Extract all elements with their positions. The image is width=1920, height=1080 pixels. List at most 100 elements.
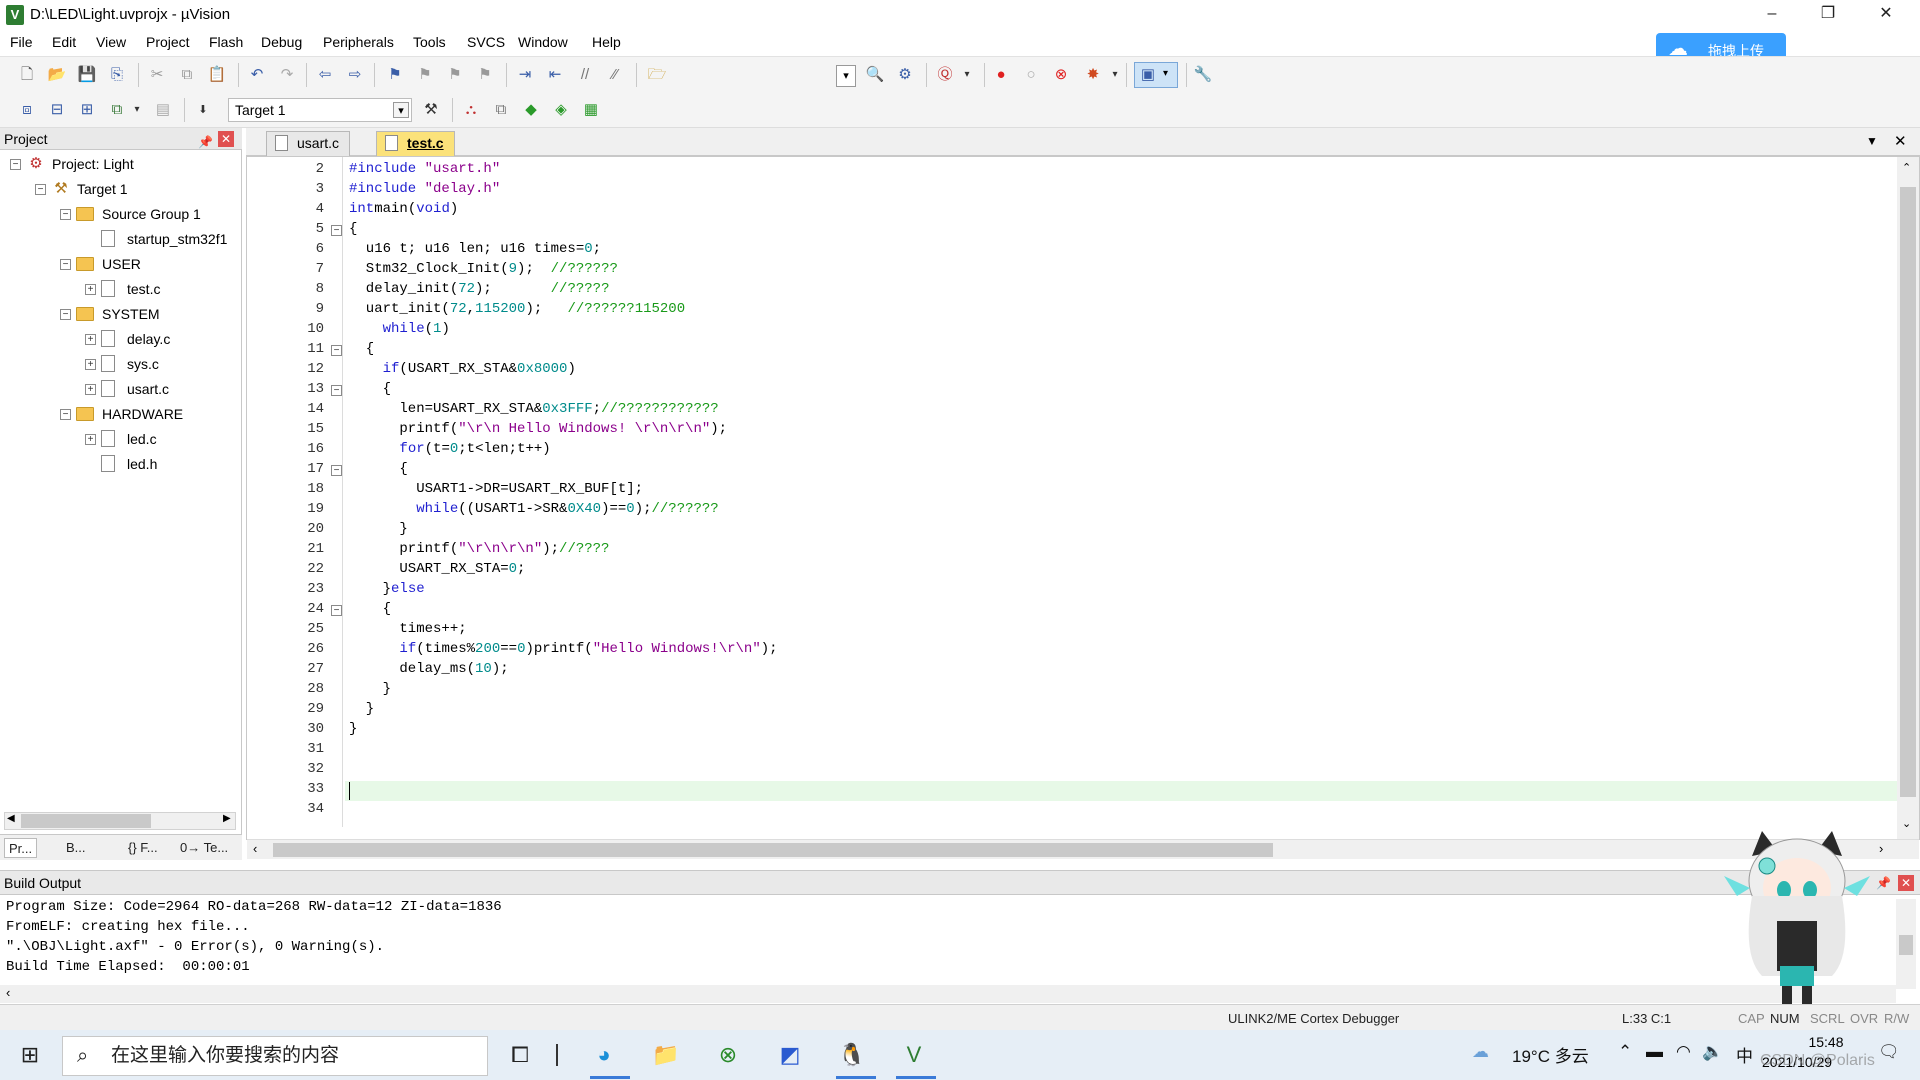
redo-icon[interactable]: ↷ [276,64,298,86]
target-select[interactable]: Target 1 ▾ [228,98,412,122]
collapse-icon[interactable]: − [60,309,71,320]
code-line[interactable]: uart_init(72,115200); //??????115200 [349,301,685,317]
code-line[interactable]: if(USART_RX_STA&0x8000) [349,361,576,377]
code-line[interactable]: Stm32_Clock_Init(9); //?????? [349,261,618,277]
file-explorer-icon[interactable]: 📁 [648,1038,684,1072]
menu-project[interactable]: Project [146,34,190,50]
configure-wrench-icon[interactable]: 🔧 [1192,64,1214,86]
tree-item[interactable]: − SYSTEM [0,302,240,326]
tree-item[interactable]: startup_stm32f1 [0,227,240,251]
tab-list-chevron-down-icon[interactable]: ▼ [1866,134,1878,148]
start-debug-icon[interactable]: Ⓠ [934,64,956,86]
tab-usart-c[interactable]: usart.c [266,131,351,156]
chevron-down-icon[interactable]: ▾ [126,99,148,121]
find-combo-dropdown-icon[interactable]: ▾ [836,65,856,87]
open-file-icon[interactable]: 📂 [46,64,68,86]
target-options-icon[interactable]: ⚒ [420,99,442,121]
expand-icon[interactable]: + [85,284,96,295]
file-extensions-icon[interactable]: ⧉ [490,99,512,121]
editor-vertical-scrollbar[interactable]: ⌃ ⌄ [1897,157,1919,839]
incremental-find-icon[interactable]: ⚙ [894,64,916,86]
indent-icon[interactable]: ⇥ [514,64,536,86]
tab-functions[interactable]: {} F... [124,838,162,858]
save-icon[interactable]: 💾 [76,64,98,86]
new-file-icon[interactable]: 🗋 [16,64,38,86]
code-line[interactable]: delay_ms(10); [349,661,508,677]
collapse-icon[interactable]: − [60,409,71,420]
windows-start-icon[interactable]: ⊞ [12,1038,48,1072]
code-line[interactable]: { [349,461,407,477]
build-icon[interactable]: ⊟ [46,99,68,121]
tree-item[interactable]: + usart.c [0,377,240,401]
minimize-button[interactable]: – [1744,0,1800,30]
tree-item[interactable]: − HARDWARE [0,402,240,426]
batch-build-icon[interactable]: ⧉ [106,99,128,121]
code-line[interactable]: { [349,381,391,397]
uncomment-icon[interactable]: ⁄⁄ [604,64,626,86]
chevron-down-icon[interactable]: ▾ [1104,64,1126,86]
wifi-icon[interactable]: ◠ [1676,1042,1691,1062]
code-line[interactable]: if(times%200==0)printf("Hello Windows!\r… [349,641,777,657]
tray-chevron-up-icon[interactable]: ⌃ [1618,1042,1632,1062]
notification-icon[interactable]: 🗨 [1878,1042,1900,1062]
expand-icon[interactable]: + [85,434,96,445]
tree-item[interactable]: − USER [0,252,240,276]
weather-text[interactable]: 19°C 多云 [1512,1042,1589,1067]
menu-edit[interactable]: Edit [52,34,76,50]
code-editor[interactable]: 2 3 4 5−6 7 8 9 10 11−12 13−14 15 16 17−18 19 20 21 22 23… [246,156,1920,859]
code-line[interactable]: times++; [349,621,466,637]
run-time-environment-icon[interactable]: ▦ [580,99,602,121]
menu-svcs[interactable]: SVCS [467,34,505,50]
code-line[interactable]: printf("\r\n\r\n");//???? [349,541,609,557]
tree-item[interactable]: − ⚙ Project: Light [0,152,240,176]
pin-icon[interactable]: 📌 [1876,871,1891,895]
code-line[interactable]: len=USART_RX_STA&0x3FFF;//???????????? [349,401,718,417]
code-line[interactable]: printf("\r\n Hello Windows! \r\n\r\n"); [349,421,727,437]
disable-all-breakpoints-icon[interactable]: ⊗ [1050,64,1072,86]
battery-icon[interactable]: ▬ [1646,1042,1663,1062]
collapse-icon[interactable]: − [60,209,71,220]
scroll-left-icon[interactable]: ‹ [253,841,257,856]
find-icon[interactable]: 🔍 [864,64,886,86]
bookmark-clear-icon[interactable]: ⚑ [474,64,496,86]
scroll-right-icon[interactable]: ▶ [223,813,231,824]
window-layout-button[interactable]: ▣ ▾ [1134,62,1178,88]
tree-item[interactable]: + test.c [0,277,240,301]
unindent-icon[interactable]: ⇤ [544,64,566,86]
copy-icon[interactable]: ⧉ [176,64,198,86]
clock-time[interactable]: 15:48 [1786,1034,1866,1050]
code-line[interactable]: while(1) [349,321,450,337]
tree-item[interactable]: + led.c [0,427,240,451]
scroll-left-icon[interactable]: ‹ [6,985,10,1000]
pin-icon[interactable]: 📌 [198,131,213,153]
scrollbar-thumb[interactable] [1899,935,1913,955]
taskbar-search-box[interactable]: ⌕ 在这里输入你要搜索的内容 [62,1036,488,1076]
close-button[interactable]: ✕ [1858,0,1914,30]
select-pack-icon[interactable]: ◈ [550,99,572,121]
nav-forward-icon[interactable]: ⇨ [344,64,366,86]
code-area[interactable]: #include "usart.h" #include "delay.h" intm… [247,157,1897,837]
code-line[interactable]: { [349,341,374,357]
breakpoint-icon[interactable]: ● [990,64,1012,86]
menu-window[interactable]: Window [518,34,568,50]
collapse-icon[interactable]: − [35,184,46,195]
menu-tools[interactable]: Tools [413,34,446,50]
close-icon[interactable]: ✕ [1898,875,1914,891]
cut-icon[interactable]: ✂ [146,64,168,86]
build-output-vertical-scrollbar[interactable] [1896,899,1916,989]
code-line[interactable]: } [349,521,407,537]
editor-horizontal-scrollbar[interactable]: ‹ › [247,839,1919,859]
undo-icon[interactable]: ↶ [246,64,268,86]
collapse-icon[interactable]: − [60,259,71,270]
code-line[interactable]: intmain(void) [349,201,458,217]
collapse-icon[interactable]: − [10,159,21,170]
code-line[interactable]: { [349,601,391,617]
code-line[interactable]: }else [349,581,425,597]
code-line[interactable]: } [349,721,357,737]
chevron-down-icon[interactable]: ▾ [956,64,978,86]
scrollbar-thumb[interactable] [273,843,1273,857]
project-horizontal-scrollbar[interactable]: ◀ ▶ [4,812,236,830]
task-view-icon[interactable]: ⧠ [502,1038,538,1072]
code-line[interactable]: { [349,221,357,237]
volume-icon[interactable]: 🔈 [1702,1042,1723,1062]
